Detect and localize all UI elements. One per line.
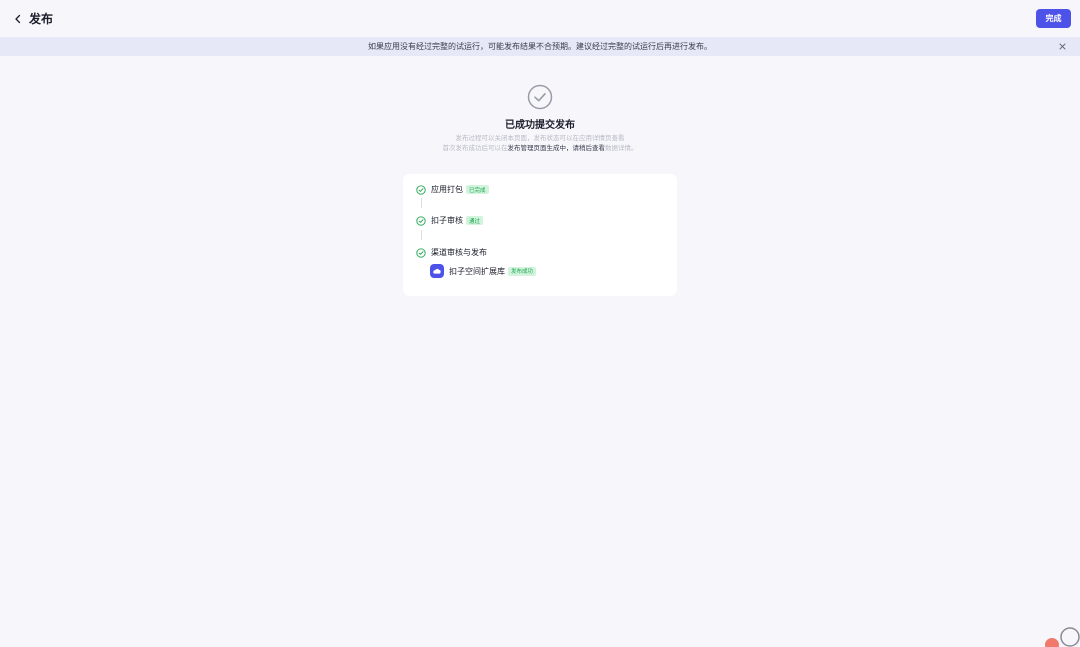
close-icon (1059, 43, 1065, 49)
header: 发布 完成 (0, 0, 1080, 37)
success-title: 已成功提交发布 (505, 120, 575, 131)
check-circle-icon (416, 215, 426, 226)
check-circle-icon (527, 84, 553, 110)
done-button[interactable]: 完成 (1036, 9, 1071, 28)
channel-item[interactable]: 扣子空间扩展库 发布成功 (430, 264, 537, 278)
success-desc-post: 数据详情。 (605, 144, 638, 152)
status-badge: 发布成功 (508, 266, 537, 276)
step-label: 渠道审核与发布 (431, 248, 487, 257)
step-app-packaging: 应用打包 已完成 (416, 184, 489, 195)
status-badge: 通过 (466, 216, 484, 225)
step-connector (421, 230, 422, 240)
step-channel-review: 渠道审核与发布 (416, 247, 487, 258)
step-coze-review: 扣子审核 通过 (416, 215, 484, 226)
success-desc-line1: 发布过程可以关闭本页面，发布状态可以在应用详情页查看 (455, 134, 625, 142)
notice-text: 如果应用没有经过完整的试运行，可能发布结果不合预期。建议经过完整的试运行后再进行… (368, 42, 712, 51)
publish-management-link[interactable]: 发布管理页面生成中，请稍后查看 (508, 144, 606, 152)
cloud-icon (433, 268, 441, 274)
chevron-left-icon (15, 14, 21, 23)
success-description: 发布过程可以关闭本页面，发布状态可以在应用详情页查看 首次发布成功后可以在发布管… (443, 133, 638, 153)
page-title: 发布 (29, 12, 54, 26)
back-button[interactable] (9, 10, 27, 28)
coze-space-logo-icon (430, 264, 444, 278)
step-label: 扣子审核 (431, 216, 463, 225)
status-badge: 已完成 (466, 185, 489, 194)
success-desc-pre: 首次发布成功后可以在 (442, 144, 508, 152)
step-label: 应用打包 (431, 185, 463, 194)
notice-close-button[interactable] (1057, 41, 1067, 51)
success-section: 已成功提交发布 发布过程可以关闭本页面，发布状态可以在应用详情页查看 首次发布成… (0, 84, 1080, 153)
check-circle-icon (416, 184, 426, 195)
channel-name: 扣子空间扩展库 (449, 266, 505, 276)
check-circle-icon (416, 247, 426, 258)
success-desc-line2: 首次发布成功后可以在发布管理页面生成中，请稍后查看数据详情。 (443, 143, 638, 153)
publish-progress-card: 应用打包 已完成 扣子审核 通过 渠道审核与发布 扣子空间扩展库 发布成功 (403, 174, 677, 296)
notice-banner: 如果应用没有经过完整的试运行，可能发布结果不合预期。建议经过完整的试运行后再进行… (0, 37, 1080, 56)
step-connector (421, 198, 422, 208)
floating-assistant-icon[interactable] (1040, 617, 1080, 647)
